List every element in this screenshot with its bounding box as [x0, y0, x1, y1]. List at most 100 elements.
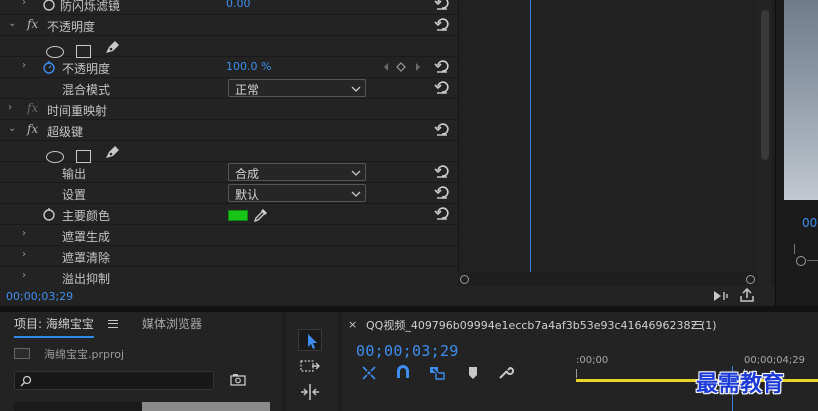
add-marker-icon[interactable]	[464, 364, 482, 382]
reset-icon[interactable]	[434, 58, 450, 74]
scrollbar-thumb[interactable]	[761, 10, 769, 160]
pen-mask-icon[interactable]	[103, 39, 121, 55]
collapse-chevron-icon[interactable]: ⌄	[8, 18, 20, 29]
setting-select[interactable]: 默认	[228, 184, 366, 202]
effect-row-matte-generation[interactable]: › 遮罩生成	[0, 225, 458, 246]
ripple-edit-tool-icon	[301, 384, 319, 400]
scroll-handle-left[interactable]	[460, 275, 469, 284]
nest-sequence-icon[interactable]	[360, 364, 378, 382]
mask-shapes-row	[0, 141, 458, 163]
fx-toggle[interactable]: fx	[27, 17, 38, 31]
monitor-tick	[794, 244, 795, 254]
stopwatch-icon[interactable]	[42, 207, 56, 221]
reset-icon[interactable]	[434, 79, 450, 95]
search-input[interactable]	[14, 371, 214, 390]
stopwatch-icon[interactable]	[42, 60, 56, 74]
scroll-handle-right[interactable]	[746, 275, 755, 284]
program-monitor-panel: 00	[775, 0, 818, 306]
effect-row-time-remap[interactable]: › fx 时间重映射	[0, 99, 458, 120]
effect-row-output: 输出 合成	[0, 162, 458, 183]
select-value: 默认	[235, 188, 260, 202]
new-search-bin-icon[interactable]	[230, 373, 246, 386]
effect-row-blend-mode: 混合模式 正常	[0, 78, 458, 99]
track-select-tool-icon	[300, 360, 320, 372]
ruler-tick	[576, 369, 577, 378]
project-panel: 项目: 海绵宝宝 媒体浏览器	[0, 312, 282, 411]
output-select[interactable]: 合成	[228, 163, 366, 181]
sequence-tab-title[interactable]: QQ视频_409796b09994e1eccb7a4af3b53e93c4164…	[366, 317, 717, 333]
ripple-edit-tool[interactable]	[298, 381, 322, 403]
wrench-settings-icon[interactable]	[496, 364, 514, 382]
close-sequence-button[interactable]: ×	[348, 318, 357, 331]
select-value: 合成	[235, 167, 260, 181]
flicker-value[interactable]: 0.00	[226, 0, 251, 10]
expand-chevron-icon[interactable]: ›	[22, 249, 34, 260]
tab-media-browser[interactable]: 媒体浏览器	[142, 315, 202, 332]
effect-controls-timeline[interactable]	[458, 0, 758, 272]
effect-controls-timecode[interactable]: 00;00;03;29	[6, 290, 73, 303]
program-preview-image	[784, 0, 818, 200]
watermark-text: 最需教育	[696, 371, 785, 397]
reset-icon[interactable]	[434, 16, 450, 32]
track-select-tool[interactable]	[298, 355, 322, 377]
effect-timeline-scrollbar[interactable]	[458, 272, 758, 286]
reset-icon[interactable]	[434, 163, 450, 179]
ellipse-mask-icon[interactable]	[46, 150, 64, 163]
project-file-icon	[14, 348, 30, 359]
opacity-value[interactable]: 100.0 %	[226, 60, 271, 73]
effect-row-matte-cleanup[interactable]: › 遮罩清除	[0, 246, 458, 267]
panel-menu-icon[interactable]	[692, 321, 702, 329]
project-thumbnail-fill	[142, 402, 270, 411]
sequence-timecode[interactable]: 00;00;03;29	[356, 342, 459, 360]
effect-label: 时间重映射	[47, 104, 108, 118]
monitor-scroll-handle[interactable]	[796, 256, 806, 266]
program-timecode[interactable]: 00	[802, 216, 817, 230]
effect-label: 不透明度	[47, 20, 96, 34]
tools-panel	[286, 312, 338, 411]
panel-menu-icon[interactable]	[108, 320, 118, 328]
expand-chevron-icon[interactable]: ›	[22, 60, 34, 71]
project-file-name: 海绵宝宝.prproj	[44, 348, 125, 361]
key-color-swatch[interactable]	[228, 210, 248, 221]
playhead-line[interactable]	[530, 0, 531, 272]
linked-selection-icon[interactable]	[428, 364, 446, 382]
effect-label: 混合模式	[62, 83, 111, 97]
export-icon[interactable]	[739, 288, 755, 303]
effect-row-setting: 设置 默认	[0, 183, 458, 204]
expand-chevron-icon[interactable]: ›	[22, 270, 34, 281]
snap-magnet-icon[interactable]	[394, 364, 412, 382]
collapse-chevron-icon[interactable]: ⌄	[8, 123, 20, 134]
play-audio-icon[interactable]	[712, 289, 730, 303]
effect-row-key-color: 主要颜色	[0, 204, 458, 225]
blend-mode-select[interactable]: 正常	[228, 79, 366, 97]
reset-icon[interactable]	[434, 205, 450, 221]
ruler-label-end: 00;00;04;29	[744, 355, 806, 366]
fx-toggle[interactable]: fx	[27, 101, 38, 115]
effect-row-flicker: › 防闪烁滤镜 0.00	[0, 0, 458, 15]
effect-row-spill-suppression[interactable]: › 溢出抑制	[0, 267, 458, 288]
search-icon	[20, 375, 32, 387]
effect-label: 不透明度	[62, 62, 111, 76]
effect-label: 超级键	[47, 125, 84, 139]
tab-project[interactable]: 项目: 海绵宝宝	[14, 315, 94, 338]
fx-toggle[interactable]: fx	[27, 122, 38, 136]
stopwatch-icon[interactable]	[42, 0, 56, 11]
reset-icon[interactable]	[434, 184, 450, 200]
selection-tool[interactable]	[298, 329, 322, 351]
monitor-scroll-track[interactable]	[807, 260, 818, 261]
keyframe-nav-icon[interactable]	[382, 62, 422, 72]
expand-chevron-icon[interactable]: ›	[8, 102, 20, 113]
effect-row-opacity[interactable]: ⌄ fx 不透明度	[0, 15, 458, 36]
expand-chevron-icon[interactable]: ›	[22, 228, 34, 239]
expand-chevron-icon[interactable]: ›	[22, 0, 34, 8]
effect-label: 防闪烁滤镜	[60, 0, 121, 13]
pen-mask-icon[interactable]	[103, 144, 121, 160]
vertical-scrollbar[interactable]	[758, 0, 772, 290]
effect-label: 输出	[62, 167, 87, 181]
eyedropper-icon[interactable]	[253, 207, 269, 223]
reset-icon[interactable]	[434, 0, 450, 11]
effect-controls-footer	[0, 286, 775, 306]
ellipse-mask-icon[interactable]	[46, 45, 64, 58]
effect-row-ultra-key[interactable]: ⌄ fx 超级键	[0, 120, 458, 141]
reset-icon[interactable]	[434, 121, 450, 137]
